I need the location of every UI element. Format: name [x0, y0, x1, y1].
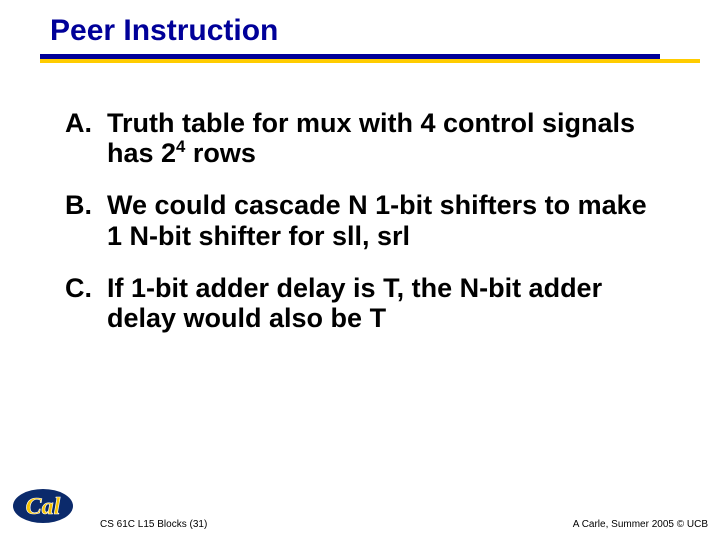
list-item: B. We could cascade N 1-bit shifters to … [65, 190, 660, 250]
content-list: A. Truth table for mux with 4 control si… [0, 63, 720, 333]
footer: Cal CS 61C L15 Blocks (31) A Carle, Summ… [0, 495, 720, 540]
item-letter: C. [65, 273, 107, 333]
list-item: C. If 1-bit adder delay is T, the N-bit … [65, 273, 660, 333]
item-text: If 1-bit adder delay is T, the N-bit add… [107, 273, 660, 333]
slide: Peer Instruction A. Truth table for mux … [0, 0, 720, 540]
footer-left-text: CS 61C L15 Blocks (31) [100, 519, 207, 530]
item-text: Truth table for mux with 4 control signa… [107, 108, 660, 168]
title-underline [0, 54, 720, 63]
list-item: A. Truth table for mux with 4 control si… [65, 108, 660, 168]
svg-text:Cal: Cal [26, 494, 61, 520]
cal-logo-icon: Cal [12, 487, 74, 530]
item-letter: B. [65, 190, 107, 250]
item-letter: A. [65, 108, 107, 168]
slide-title: Peer Instruction [50, 14, 720, 48]
title-area: Peer Instruction [0, 0, 720, 48]
item-text: We could cascade N 1-bit shifters to mak… [107, 190, 660, 250]
footer-right-text: A Carle, Summer 2005 © UCB [573, 519, 708, 530]
